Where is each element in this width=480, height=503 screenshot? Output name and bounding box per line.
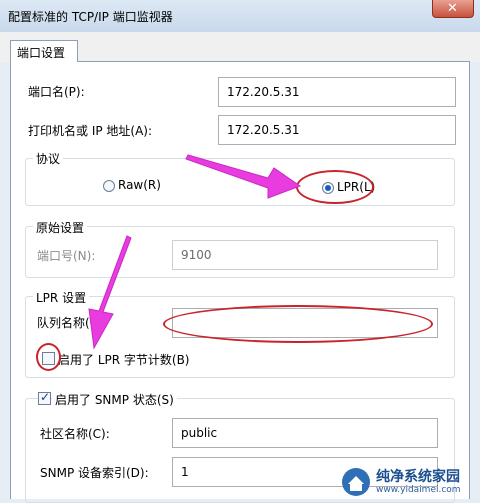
watermark-url: www.yidaimei.com xyxy=(376,485,461,495)
arrow-to-queue-name xyxy=(88,235,132,350)
house-logo-icon xyxy=(342,468,370,496)
watermark-title: 纯净系统家园 xyxy=(376,469,460,485)
annotation-arrows xyxy=(88,154,302,350)
watermark: 纯净系统家园 www.yidaimei.com xyxy=(340,466,480,499)
arrow-to-lpr xyxy=(185,154,302,199)
